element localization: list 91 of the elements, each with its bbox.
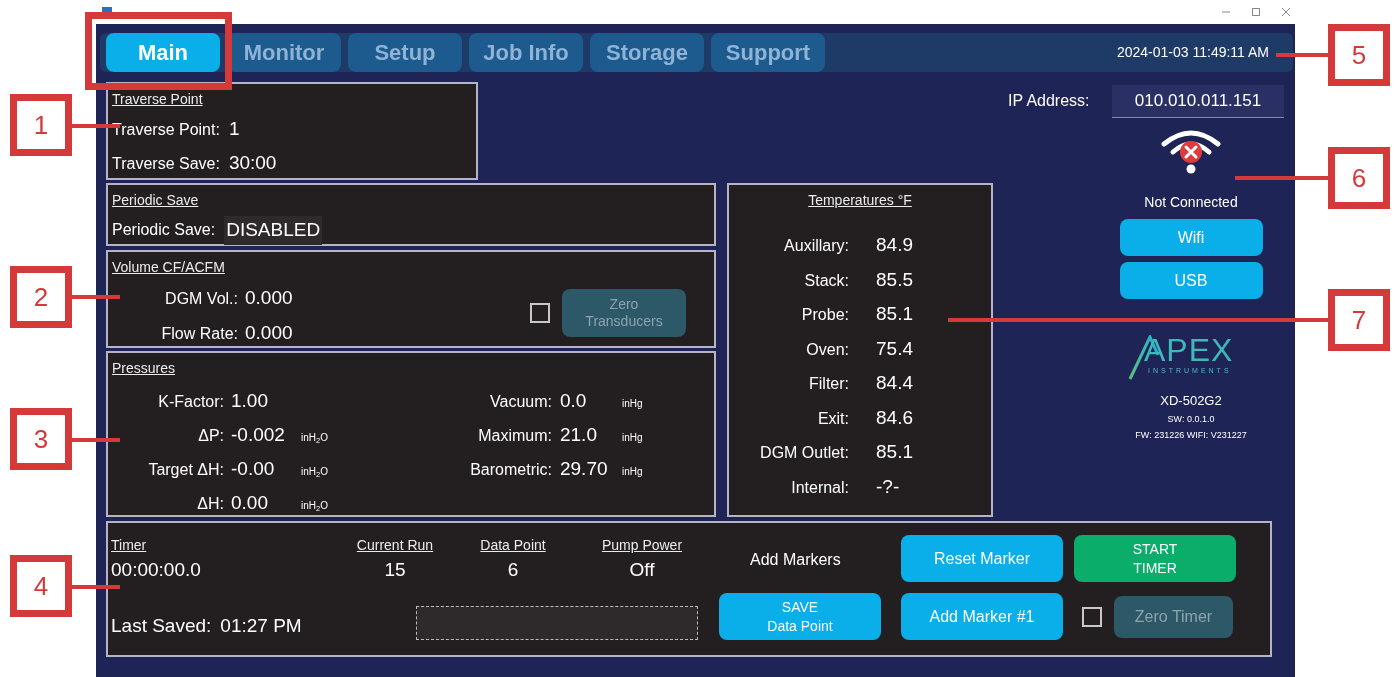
temperature-value: 85.1 (876, 440, 913, 464)
panel-heading: Periodic Save (112, 191, 200, 210)
tab[interactable]: Storage (590, 33, 704, 72)
tab[interactable]: Setup (348, 33, 462, 72)
field-label: DGM Vol.: (164, 289, 238, 309)
checkbox[interactable] (530, 302, 550, 323)
panel-heading: Volume CF/ACFM (112, 258, 226, 277)
temperature-value: 85.1 (876, 302, 913, 326)
panel-heading: Pump Power (601, 536, 683, 555)
temperature-value: 84.9 (876, 233, 913, 257)
unit-label: inHg (621, 465, 643, 479)
field-label: Target ΔH: (147, 460, 224, 480)
date-time: 2024-01-03 11:49:11 AM (1116, 43, 1269, 62)
connection-button[interactable]: Wifi (1119, 219, 1263, 256)
close-icon[interactable] (1281, 7, 1291, 17)
field-label: ΔP: (197, 426, 224, 446)
model-name: XD-502G2 (1160, 392, 1222, 410)
callout-number: 3 (10, 408, 72, 470)
ip-address-field: 010.010.011.151 (1112, 85, 1284, 118)
field-value: -0.00 (231, 457, 276, 481)
maximize-icon[interactable] (1251, 7, 1261, 17)
temperature-label: DGM Outlet: (759, 443, 849, 463)
field-label: Periodic Save: (112, 220, 216, 241)
temperature-value: 84.6 (876, 405, 913, 430)
panel-heading: Current Run (356, 536, 434, 555)
temperature-value: 85.5 (876, 267, 913, 292)
action-button[interactable]: SAVE Data Point (719, 593, 881, 640)
stat-value: 00:00:00.0 (111, 558, 201, 582)
panel-heading: Traverse Point (112, 90, 204, 109)
temperature-label: Internal: (790, 477, 849, 498)
callout-number: 5 (1328, 24, 1390, 86)
field-label: Traverse Point: (112, 120, 220, 140)
callout-number: 2 (10, 266, 72, 328)
callout-number: 6 (1328, 147, 1390, 209)
tab[interactable]: Support (711, 33, 825, 72)
field-value: 29.70 (559, 457, 609, 481)
callout-number: 1 (10, 94, 72, 156)
unit-label: inHg (621, 397, 643, 411)
firmware-version: FW: 231226 WIFI: V231227 (1135, 429, 1247, 442)
temperature-label: Exit: (816, 408, 849, 429)
field-label: Traverse Save: (112, 153, 220, 174)
field-label: Maximum: (477, 426, 552, 446)
field-value: 1.00 (231, 389, 269, 413)
panel-heading: Temperatures °F (808, 191, 912, 210)
field-value: 0.000 (245, 286, 293, 310)
field-value: 0.0 (559, 389, 588, 413)
action-button[interactable]: Reset Marker (901, 535, 1063, 582)
unit-label: inH$_{2}$O (301, 465, 328, 479)
field-label: Flow Rate: (160, 323, 238, 344)
temperature-value: 84.4 (876, 371, 913, 395)
last-saved-label: Last Saved: (111, 613, 212, 638)
stat-value: 15 (384, 558, 406, 582)
unit-label: inHg (621, 431, 643, 445)
temperature-label: Filter: (808, 374, 849, 394)
markers-label: Add Markers (750, 550, 842, 570)
start-timer-button[interactable]: START TIMER (1074, 535, 1236, 582)
temperature-label: Auxillary: (783, 236, 849, 256)
last-saved-value: 01:27 PM (220, 613, 302, 638)
connection-button[interactable]: USB (1119, 262, 1263, 299)
callout-number: 4 (10, 555, 72, 617)
field-value: 1 (228, 117, 240, 141)
ip-label: IP Address: (1008, 91, 1090, 111)
temperature-value: 75.4 (876, 336, 913, 361)
field-value: 0.00 (231, 491, 269, 515)
software-version: SW: 0.0.1.0 (1167, 412, 1215, 426)
field-label: ΔH: (196, 494, 224, 514)
field-value: 30:00 (228, 150, 277, 175)
field-label: K-Factor: (157, 392, 224, 412)
connection-status: Not Connected (1144, 193, 1238, 212)
field-label: Barometric: (469, 460, 552, 480)
checkbox[interactable] (1082, 606, 1102, 627)
temperature-label: Probe: (800, 305, 849, 325)
callout-number: 7 (1328, 289, 1390, 351)
panel-heading: Pressures (112, 359, 177, 378)
temperature-label: Stack: (803, 270, 849, 291)
temperature-value: -?- (876, 474, 900, 499)
tab[interactable]: Job Info (469, 33, 583, 72)
panel-heading: Data Point (480, 536, 546, 555)
field-value: -0.002 (231, 423, 286, 447)
field-value: 0.000 (245, 320, 293, 345)
unit-label: inH$_{2}$O (301, 499, 328, 513)
value-field: DISABLED (224, 216, 323, 245)
stat-value: 6 (507, 558, 519, 582)
action-button[interactable]: Add Marker #1 (901, 593, 1063, 640)
tab[interactable]: Main (106, 33, 220, 72)
field-label: Vacuum: (489, 392, 552, 412)
panel-heading: Timer (111, 536, 147, 555)
unit-label: inH$_{2}$O (301, 431, 328, 445)
stat-value: Off (629, 558, 655, 582)
field-value: 21.0 (559, 423, 598, 447)
temperature-label: Oven: (805, 339, 849, 360)
